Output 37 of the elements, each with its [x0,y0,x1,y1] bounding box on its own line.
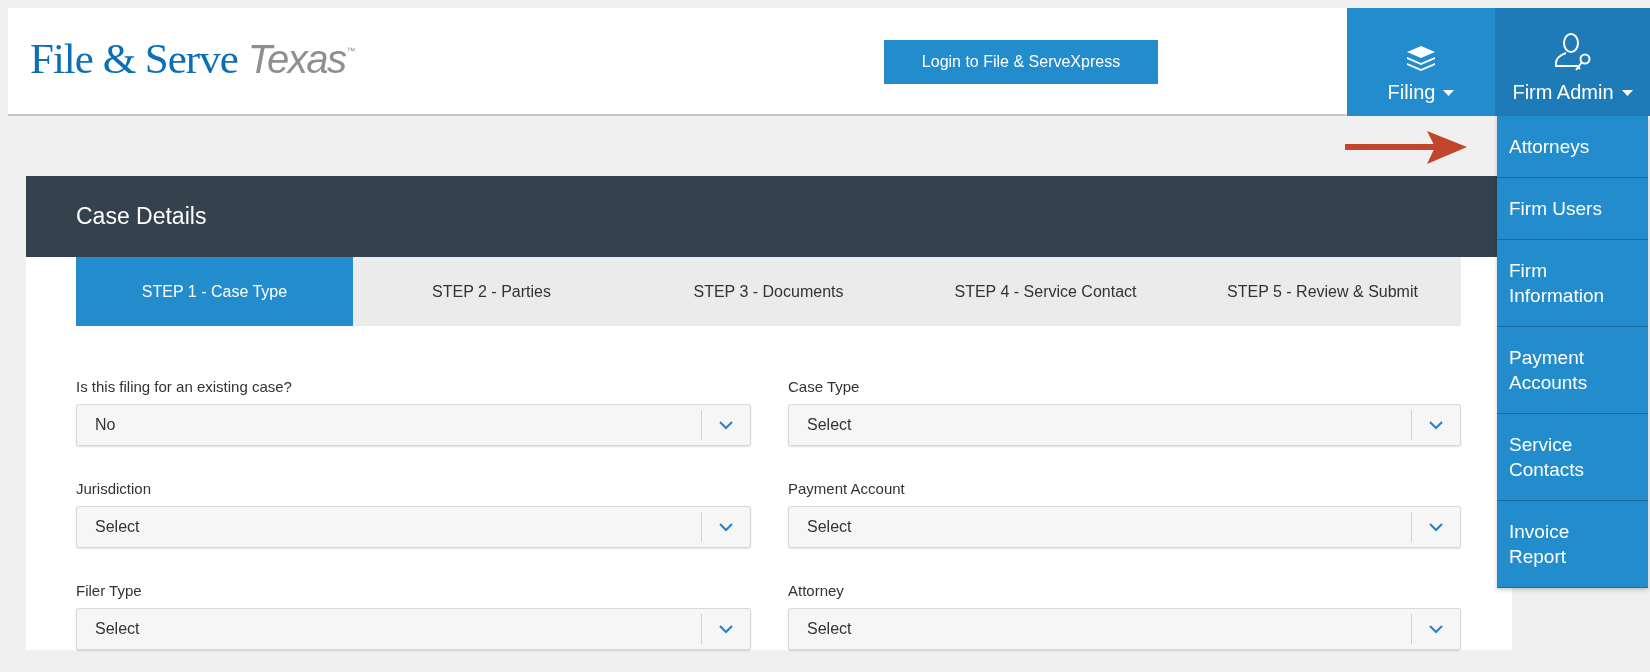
select-field[interactable]: Select [788,608,1461,650]
nav-tab[interactable]: Firm Admin [1495,8,1650,116]
menu-item[interactable]: Firm Users [1497,178,1648,240]
chevron-down-icon [1429,522,1443,532]
chevron-down-icon [719,522,733,532]
chevron-down-icon [719,420,733,430]
field-label: Filer Type [76,582,143,599]
chevron-down-icon [1429,624,1443,634]
step-tab[interactable]: STEP 4 - Service Contact [907,257,1184,326]
chevron-down-icon [719,624,733,634]
step-tab[interactable]: STEP 3 - Documents [630,257,907,326]
logo: File & Serve Texas™ [30,33,356,83]
field-label: Attorney [788,582,845,599]
step-tab[interactable]: STEP 1 - Case Type [76,257,353,326]
select-field[interactable]: Select [788,506,1461,548]
nav-tab[interactable]: Filing [1347,8,1495,116]
step-tab[interactable]: STEP 2 - Parties [353,257,630,326]
select-field[interactable]: No [76,404,751,446]
menu-item[interactable]: Invoice Report [1497,501,1648,588]
login-button[interactable]: Login to File & ServeXpress [884,40,1158,84]
select-field[interactable]: Select [76,608,751,650]
field-label: Jurisdiction [76,480,153,497]
select-field[interactable]: Select [788,404,1461,446]
field-label: Case Type [788,378,861,395]
layers-icon [1405,45,1437,73]
caret-icon [1443,89,1455,96]
card-title: Case Details [76,203,207,230]
menu-item[interactable]: Payment Accounts [1497,327,1648,414]
caret-icon [1621,89,1633,96]
chevron-down-icon [1429,420,1443,430]
select-field[interactable]: Select [76,506,751,548]
menu-item[interactable]: Service Contacts [1497,414,1648,501]
step-tab[interactable]: STEP 5 - Review & Submit [1184,257,1461,326]
field-label: Payment Account [788,480,906,497]
menu-item[interactable]: Firm Information [1497,240,1648,327]
menu-item[interactable]: Attorneys [1497,116,1648,178]
field-label: Is this filing for an existing case? [76,378,293,395]
